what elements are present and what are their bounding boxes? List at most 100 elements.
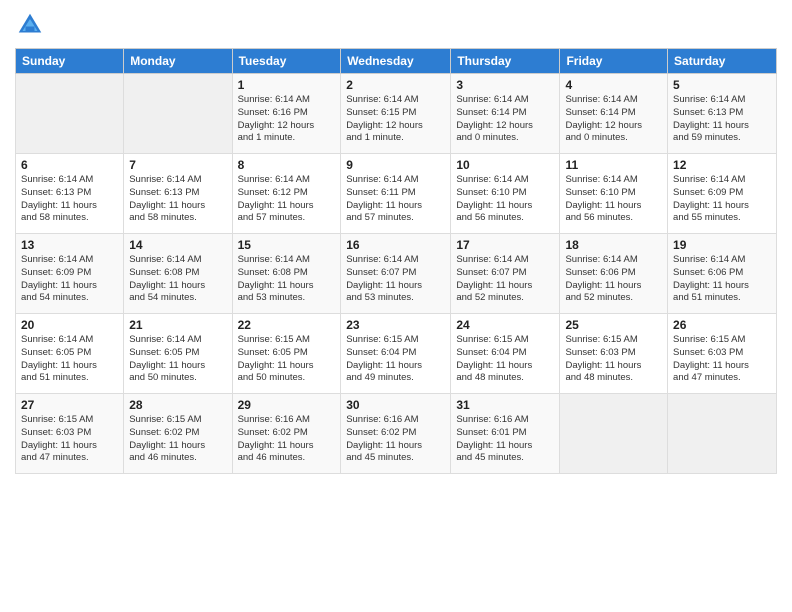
day-number: 9 <box>346 158 445 172</box>
weekday-header-friday: Friday <box>560 49 668 74</box>
week-row-5: 27 Sunrise: 6:15 AMSunset: 6:03 PMDayligh… <box>16 394 777 474</box>
day-info: Sunrise: 6:14 AMSunset: 6:16 PMDaylight:… <box>238 94 336 145</box>
day-cell: 19 Sunrise: 6:14 AMSunset: 6:06 PMDayligh… <box>668 234 777 314</box>
day-cell: 27 Sunrise: 6:15 AMSunset: 6:03 PMDayligh… <box>16 394 124 474</box>
weekday-header-monday: Monday <box>124 49 232 74</box>
day-info: Sunrise: 6:14 AMSunset: 6:12 PMDaylight:… <box>238 174 336 225</box>
day-info: Sunrise: 6:14 AMSunset: 6:05 PMDaylight:… <box>129 334 226 385</box>
day-cell: 20 Sunrise: 6:14 AMSunset: 6:05 PMDayligh… <box>16 314 124 394</box>
day-info: Sunrise: 6:14 AMSunset: 6:14 PMDaylight:… <box>456 94 554 145</box>
day-number: 14 <box>129 238 226 252</box>
day-number: 24 <box>456 318 554 332</box>
day-cell: 2 Sunrise: 6:14 AMSunset: 6:15 PMDaylight… <box>341 74 451 154</box>
day-cell: 1Sunrise: 6:14 AMSunset: 6:16 PMDaylight… <box>232 74 341 154</box>
day-cell: 7Sunrise: 6:14 AMSunset: 6:13 PMDaylight… <box>124 154 232 234</box>
day-cell: 4Sunrise: 6:14 AMSunset: 6:14 PMDaylight… <box>560 74 668 154</box>
day-cell: 3 Sunrise: 6:14 AMSunset: 6:14 PMDaylight… <box>451 74 560 154</box>
day-number: 12 <box>673 158 771 172</box>
day-info: Sunrise: 6:15 AMSunset: 6:03 PMDaylight:… <box>21 414 118 465</box>
day-number: 2 <box>346 78 445 92</box>
week-row-1: 1Sunrise: 6:14 AMSunset: 6:16 PMDaylight… <box>16 74 777 154</box>
day-info: Sunrise: 6:14 AMSunset: 6:08 PMDaylight:… <box>129 254 226 305</box>
weekday-header-sunday: Sunday <box>16 49 124 74</box>
day-info: Sunrise: 6:15 AMSunset: 6:04 PMDaylight:… <box>346 334 445 385</box>
day-number: 28 <box>129 398 226 412</box>
day-number: 21 <box>129 318 226 332</box>
day-number: 13 <box>21 238 118 252</box>
day-info: Sunrise: 6:14 AMSunset: 6:09 PMDaylight:… <box>673 174 771 225</box>
day-cell <box>16 74 124 154</box>
day-cell: 31 Sunrise: 6:16 AMSunset: 6:01 PMDayligh… <box>451 394 560 474</box>
day-cell <box>560 394 668 474</box>
day-info: Sunrise: 6:14 AMSunset: 6:05 PMDaylight:… <box>21 334 118 385</box>
day-info: Sunrise: 6:15 AMSunset: 6:02 PMDaylight:… <box>129 414 226 465</box>
day-info: Sunrise: 6:15 AMSunset: 6:04 PMDaylight:… <box>456 334 554 385</box>
day-info: Sunrise: 6:14 AMSunset: 6:07 PMDaylight:… <box>346 254 445 305</box>
week-row-4: 20 Sunrise: 6:14 AMSunset: 6:05 PMDayligh… <box>16 314 777 394</box>
day-number: 18 <box>565 238 662 252</box>
day-info: Sunrise: 6:14 AMSunset: 6:10 PMDaylight:… <box>565 174 662 225</box>
day-number: 11 <box>565 158 662 172</box>
day-info: Sunrise: 6:14 AMSunset: 6:14 PMDaylight:… <box>565 94 662 145</box>
day-cell: 15 Sunrise: 6:14 AMSunset: 6:08 PMDayligh… <box>232 234 341 314</box>
weekday-header-tuesday: Tuesday <box>232 49 341 74</box>
day-cell: 11 Sunrise: 6:14 AMSunset: 6:10 PMDayligh… <box>560 154 668 234</box>
header <box>15 10 777 40</box>
day-cell: 21 Sunrise: 6:14 AMSunset: 6:05 PMDayligh… <box>124 314 232 394</box>
day-number: 5 <box>673 78 771 92</box>
day-cell: 8 Sunrise: 6:14 AMSunset: 6:12 PMDaylight… <box>232 154 341 234</box>
day-info: Sunrise: 6:14 AMSunset: 6:07 PMDaylight:… <box>456 254 554 305</box>
day-info: Sunrise: 6:14 AMSunset: 6:11 PMDaylight:… <box>346 174 445 225</box>
day-info: Sunrise: 6:14 AMSunset: 6:09 PMDaylight:… <box>21 254 118 305</box>
day-cell: 16 Sunrise: 6:14 AMSunset: 6:07 PMDayligh… <box>341 234 451 314</box>
day-number: 19 <box>673 238 771 252</box>
day-info: Sunrise: 6:15 AMSunset: 6:03 PMDaylight:… <box>673 334 771 385</box>
day-number: 8 <box>238 158 336 172</box>
day-cell: 5 Sunrise: 6:14 AMSunset: 6:13 PMDaylight… <box>668 74 777 154</box>
day-cell: 14 Sunrise: 6:14 AMSunset: 6:08 PMDayligh… <box>124 234 232 314</box>
day-number: 15 <box>238 238 336 252</box>
day-number: 16 <box>346 238 445 252</box>
day-info: Sunrise: 6:14 AMSunset: 6:06 PMDaylight:… <box>673 254 771 305</box>
day-number: 25 <box>565 318 662 332</box>
day-cell: 26 Sunrise: 6:15 AMSunset: 6:03 PMDayligh… <box>668 314 777 394</box>
calendar-table: SundayMondayTuesdayWednesdayThursdayFrid… <box>15 48 777 474</box>
weekday-header-row: SundayMondayTuesdayWednesdayThursdayFrid… <box>16 49 777 74</box>
day-number: 26 <box>673 318 771 332</box>
weekday-header-wednesday: Wednesday <box>341 49 451 74</box>
day-number: 31 <box>456 398 554 412</box>
day-number: 3 <box>456 78 554 92</box>
day-info: Sunrise: 6:16 AMSunset: 6:02 PMDaylight:… <box>346 414 445 465</box>
calendar-header: SundayMondayTuesdayWednesdayThursdayFrid… <box>16 49 777 74</box>
day-cell: 13 Sunrise: 6:14 AMSunset: 6:09 PMDayligh… <box>16 234 124 314</box>
day-cell: 23 Sunrise: 6:15 AMSunset: 6:04 PMDayligh… <box>341 314 451 394</box>
day-number: 6 <box>21 158 118 172</box>
day-cell <box>124 74 232 154</box>
day-cell: 6 Sunrise: 6:14 AMSunset: 6:13 PMDaylight… <box>16 154 124 234</box>
day-cell: 12 Sunrise: 6:14 AMSunset: 6:09 PMDayligh… <box>668 154 777 234</box>
day-info: Sunrise: 6:16 AMSunset: 6:01 PMDaylight:… <box>456 414 554 465</box>
day-info: Sunrise: 6:14 AMSunset: 6:06 PMDaylight:… <box>565 254 662 305</box>
day-number: 20 <box>21 318 118 332</box>
day-cell: 29Sunrise: 6:16 AMSunset: 6:02 PMDayligh… <box>232 394 341 474</box>
day-info: Sunrise: 6:14 AMSunset: 6:13 PMDaylight:… <box>673 94 771 145</box>
day-cell: 10 Sunrise: 6:14 AMSunset: 6:10 PMDayligh… <box>451 154 560 234</box>
day-info: Sunrise: 6:14 AMSunset: 6:10 PMDaylight:… <box>456 174 554 225</box>
day-cell: 28 Sunrise: 6:15 AMSunset: 6:02 PMDayligh… <box>124 394 232 474</box>
day-info: Sunrise: 6:14 AMSunset: 6:13 PMDaylight:… <box>21 174 118 225</box>
day-info: Sunrise: 6:15 AMSunset: 6:03 PMDaylight:… <box>565 334 662 385</box>
day-number: 23 <box>346 318 445 332</box>
day-number: 22 <box>238 318 336 332</box>
day-number: 10 <box>456 158 554 172</box>
day-number: 30 <box>346 398 445 412</box>
day-info: Sunrise: 6:14 AMSunset: 6:15 PMDaylight:… <box>346 94 445 145</box>
day-cell: 9 Sunrise: 6:14 AMSunset: 6:11 PMDaylight… <box>341 154 451 234</box>
day-number: 29 <box>238 398 336 412</box>
weekday-header-thursday: Thursday <box>451 49 560 74</box>
day-number: 17 <box>456 238 554 252</box>
day-number: 27 <box>21 398 118 412</box>
day-info: Sunrise: 6:14 AMSunset: 6:08 PMDaylight:… <box>238 254 336 305</box>
week-row-2: 6 Sunrise: 6:14 AMSunset: 6:13 PMDaylight… <box>16 154 777 234</box>
week-row-3: 13 Sunrise: 6:14 AMSunset: 6:09 PMDayligh… <box>16 234 777 314</box>
day-cell: 17 Sunrise: 6:14 AMSunset: 6:07 PMDayligh… <box>451 234 560 314</box>
